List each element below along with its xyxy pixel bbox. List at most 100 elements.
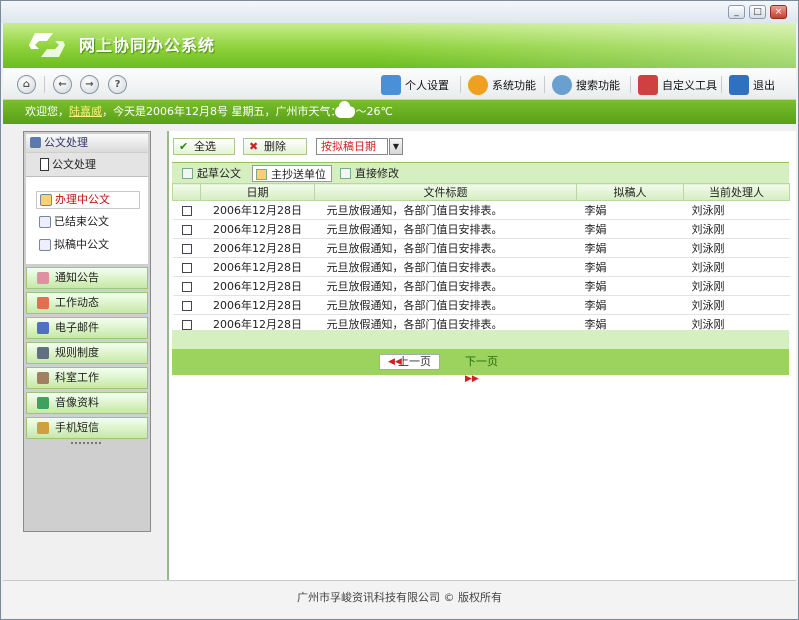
minimize-button[interactable]: _ [728,5,745,19]
app-banner: 网上协同办公系统 网上协同办公系统 [3,23,796,68]
sidebar-resize-grip[interactable] [71,442,101,444]
module-label: 手机短信 [55,421,99,434]
draft-icon [182,168,193,179]
sort-select[interactable]: 按拟稿日期 [316,138,388,155]
submenu-label: 已结束公文 [54,215,109,228]
tab-bar: 起草公文 主抄送单位 直接修改 [172,162,789,183]
help-icon[interactable]: ? [108,75,127,94]
column-header-drafter[interactable]: 拟稿人 [576,183,684,201]
main-panel: ✔ 全选 ✖ 删除 按拟稿日期 ▼ 起草公文 主抄送单位 直接修改 日期 文件标题 … [167,131,796,580]
toolbar-custom-tools[interactable]: 自定义工具 [638,74,717,96]
row-checkbox[interactable] [181,243,192,254]
table-row[interactable]: 2006年12月28日 元旦放假通知，各部门值日安排表。 李娟 刘泳刚 [172,219,790,239]
sidebar-module-sms[interactable]: 手机短信 [26,417,148,439]
tab-cc-units[interactable]: 主抄送单位 [252,165,332,182]
module-label: 电子邮件 [55,321,99,334]
module-label: 科室工作 [55,371,99,384]
personal-settings-icon [381,75,401,95]
delete-button[interactable]: ✖ 删除 [243,138,307,155]
table-row[interactable]: 2006年12月28日 元旦放假通知，各部门值日安排表。 李娟 刘泳刚 [172,200,790,220]
toolbar-label: 个人设置 [405,79,449,92]
row-checkbox[interactable] [181,262,192,273]
home-icon[interactable]: ⌂ [17,75,36,94]
row-checkbox[interactable] [181,205,192,216]
sidebar-section-document-processing[interactable]: 公文处理 [26,153,148,177]
submenu-item-drafting[interactable]: 拟稿中公文 [36,237,109,255]
cell-title[interactable]: 元旦放假通知，各部门值日安排表。 [314,295,577,315]
row-checkbox[interactable] [181,319,192,330]
close-button[interactable]: × [770,5,787,19]
toolbar-exit[interactable]: 退出 [729,74,775,96]
cell-title[interactable]: 元旦放假通知，各部门值日安排表。 [314,276,577,296]
info-bar: 欢迎您，陆嘉威，今天是2006年12月8号 星期五，广州市天气：20～26℃ [3,100,796,124]
sidebar-module-regulations[interactable]: 规则制度 [26,342,148,364]
cell-title[interactable]: 元旦放假通知，各部门值日安排表。 [314,238,577,258]
table-row[interactable]: 2006年12月28日 元旦放假通知，各部门值日安排表。 李娟 刘泳刚 [172,276,790,296]
magnifier-icon [552,75,572,95]
row-checkbox[interactable] [181,224,192,235]
tab-draft-document[interactable]: 起草公文 [179,165,246,182]
sidebar: 公文处理 公文处理 办理中公文 已结束公文 拟稿中公文 通知公告 工作动态 电子… [23,131,151,532]
draft-document-icon [39,239,51,251]
toolbar-label: 搜索功能 [576,79,620,92]
chevron-down-icon[interactable]: ▼ [389,138,403,155]
toolbar-search[interactable]: 搜索功能 [552,74,620,96]
column-header-title[interactable]: 文件标题 [314,183,577,201]
phone-icon [37,422,49,434]
module-label: 音像资料 [55,396,99,409]
tab-direct-edit[interactable]: 直接修改 [337,165,404,182]
toolbar-personal-settings[interactable]: 个人设置 [381,74,449,96]
cell-date: 2006年12月28日 [200,257,315,277]
window-titlebar: _ □ × [1,1,798,23]
row-checkbox-cell [172,219,201,239]
rules-icon [37,347,49,359]
cell-date: 2006年12月28日 [200,295,315,315]
cell-drafter: 李娟 [576,257,684,277]
check-icon: ✔ [179,140,189,153]
cell-drafter: 李娟 [576,200,684,220]
cc-units-icon [256,169,267,180]
sidebar-module-notices[interactable]: 通知公告 [26,267,148,289]
toolbar-system-functions[interactable]: 系统功能 [468,74,536,96]
action-row: ✔ 全选 ✖ 删除 按拟稿日期 ▼ [171,131,791,159]
sidebar-module-media[interactable]: 音像资料 [26,392,148,414]
app-window: _ □ × 网上协同办公系统 网上协同办公系统 ⌂ ← → ? 个人设置 系统功… [0,0,799,620]
double-right-arrow-icon: ▶▶ [465,374,479,384]
next-page-button[interactable]: 下一页 ▶▶ [465,354,515,384]
cell-drafter: 李娟 [576,219,684,239]
row-checkbox[interactable] [181,300,192,311]
document-stack-icon [30,137,41,148]
speaker-icon [37,272,49,284]
table-header-row: 日期 文件标题 拟稿人 当前处理人 [172,183,790,201]
column-header-handler[interactable]: 当前处理人 [683,183,790,201]
maximize-button[interactable]: □ [749,5,766,19]
table-row[interactable]: 2006年12月28日 元旦放假通知，各部门值日安排表。 李娟 刘泳刚 [172,238,790,258]
cell-title[interactable]: 元旦放假通知，各部门值日安排表。 [314,257,577,277]
sidebar-module-email[interactable]: 电子邮件 [26,317,148,339]
cell-handler: 刘泳刚 [683,276,790,296]
submenu-item-in-progress[interactable]: 办理中公文 [36,191,140,209]
username-link[interactable]: 陆嘉威 [69,105,102,118]
forward-icon[interactable]: → [80,75,99,94]
table-row[interactable]: 2006年12月28日 元旦放假通知，各部门值日安排表。 李娟 刘泳刚 [172,295,790,315]
tab-label: 主抄送单位 [271,168,326,181]
cell-title[interactable]: 元旦放假通知，各部门值日安排表。 [314,200,577,220]
submenu-item-completed[interactable]: 已结束公文 [36,214,109,232]
sidebar-submenu: 办理中公文 已结束公文 拟稿中公文 [26,177,148,264]
sidebar-module-department-work[interactable]: 科室工作 [26,367,148,389]
pager-bar: ◀◀ 上一页 下一页 ▶▶ [172,349,789,384]
greeting-text: 欢迎您， [25,105,69,118]
submenu-label: 办理中公文 [55,193,110,206]
exit-icon [729,75,749,95]
sidebar-module-work-news[interactable]: 工作动态 [26,292,148,314]
tab-label: 直接修改 [355,167,399,180]
cell-title[interactable]: 元旦放假通知，各部门值日安排表。 [314,219,577,239]
column-header-date[interactable]: 日期 [200,183,315,201]
row-checkbox-cell [172,276,201,296]
select-all-button[interactable]: ✔ 全选 [173,138,235,155]
table-row[interactable]: 2006年12月28日 元旦放假通知，各部门值日安排表。 李娟 刘泳刚 [172,257,790,277]
row-checkbox[interactable] [181,281,192,292]
prev-page-button[interactable]: ◀◀ 上一页 [379,354,440,370]
back-icon[interactable]: ← [53,75,72,94]
sidebar-header[interactable]: 公文处理 [26,134,148,152]
